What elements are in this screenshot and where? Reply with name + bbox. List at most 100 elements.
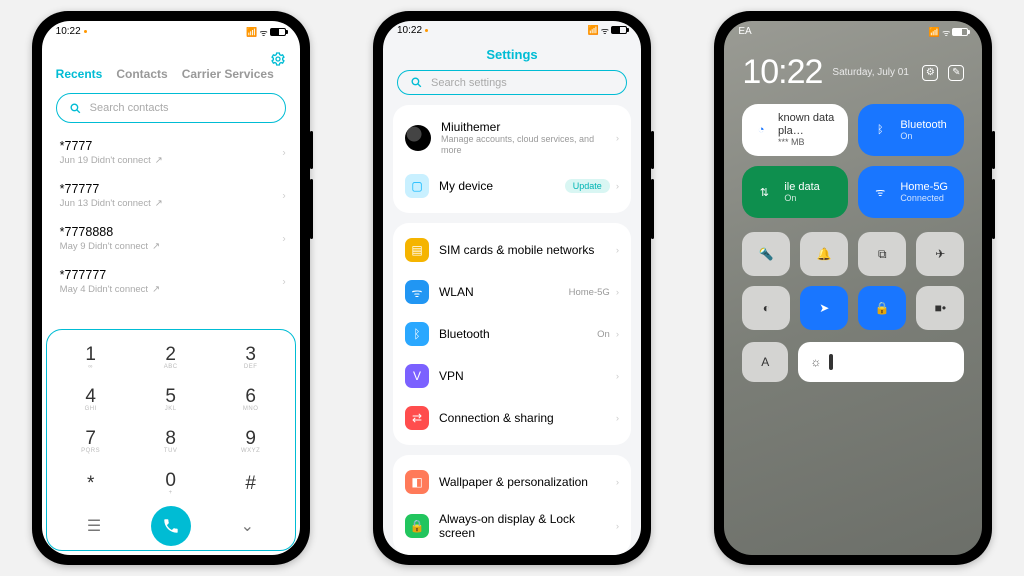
key-3[interactable]: 3DEF [221,336,281,378]
menu-icon[interactable]: ☰ [64,516,124,536]
key-2[interactable]: 2ABC [141,336,201,378]
call-meta: Jun 13 Didn't connect [60,198,151,209]
phone-control-center: EA 📶ᯤ 10:22 Saturday, July 01 ⚙ ✎ ◔ know… [714,11,992,565]
key-4[interactable]: 4GHI [61,378,121,420]
outgoing-icon: ↗ [152,284,160,295]
key-star[interactable]: * [61,462,121,504]
cc-tiles: ◔ known data pla… *** MB ᛒ Bluetooth On … [724,96,982,222]
search-placeholder: Search settings [431,77,507,89]
screen-record-toggle[interactable]: ■• [916,286,964,330]
outgoing-icon: ↗ [155,198,163,209]
cc-time: 10:22 [742,53,822,92]
call-number: *7777 [60,139,286,153]
update-chip[interactable]: Update [565,179,610,193]
recent-calls-list: *7777 Jun 19 Didn't connect ↗ › *77777 Ju… [42,131,300,303]
status-icons: 📶ᯤ [246,26,285,39]
status-bar: 10:22 📶ᯤ [383,21,641,39]
settings-row-wlan[interactable]: ᯤ WLAN Home-5G› [401,271,623,313]
tile-wifi[interactable]: ᯤ Home-5G Connected [858,166,964,218]
dark-mode-toggle[interactable]: ◐ [742,286,790,330]
rotation-toggle[interactable]: 🔒 [858,286,906,330]
status-icons: 📶ᯤ [588,24,627,37]
gear-icon[interactable] [270,51,286,67]
wallpaper-icon: ◧ [405,470,429,494]
location-toggle[interactable]: ➤ [800,286,848,330]
data-arrows-icon: ⇅ [754,182,774,202]
tile-title: known data pla… [778,112,836,137]
brightness-slider[interactable]: ☼ [798,342,964,382]
tab-carrier[interactable]: Carrier Services [182,67,274,81]
collapse-dialpad-icon[interactable]: ⌄ [217,516,277,536]
chevron-right-icon: › [282,190,285,201]
key-8[interactable]: 8TUV [141,420,201,462]
mute-toggle[interactable]: 🔔 [800,232,848,276]
dialer-tabs: Recents Contacts Carrier Services [42,67,300,81]
chevron-right-icon: › [282,276,285,287]
call-number: *7778888 [60,225,286,239]
wifi-icon: ᯤ [405,280,429,304]
chevron-right-icon: › [616,477,619,488]
settings-row-sim[interactable]: ▤ SIM cards & mobile networks › [401,229,623,271]
key-0[interactable]: 0+ [141,462,201,504]
key-7[interactable]: 7PQRS [61,420,121,462]
chevron-right-icon: › [616,521,619,532]
chevron-right-icon: › [282,233,285,244]
account-name: Miuithemer [441,120,601,134]
tile-data-usage[interactable]: ◔ known data pla… *** MB [742,104,848,156]
chevron-right-icon: › [616,245,619,256]
flashlight-toggle[interactable]: 🔦 [742,232,790,276]
airplane-toggle[interactable]: ✈ [916,232,964,276]
tile-bluetooth[interactable]: ᛒ Bluetooth On [858,104,964,156]
key-6[interactable]: 6MNO [221,378,281,420]
phone-settings: 10:22 📶ᯤ Settings Search settings Miuith… [373,11,651,565]
quick-toggles: 🔦 🔔 ⧉ ✈ ◐ ➤ 🔒 ■• [724,222,982,334]
call-meta: Jun 19 Didn't connect [60,155,151,166]
key-9[interactable]: 9WXYZ [221,420,281,462]
settings-row-wallpaper[interactable]: ◧ Wallpaper & personalization › [401,461,623,503]
screenshot-toggle[interactable]: ⧉ [858,232,906,276]
outgoing-icon: ↗ [155,155,163,166]
settings-row-vpn[interactable]: V VPN › [401,355,623,397]
account-sub: Manage accounts, cloud services, and mor… [441,134,601,156]
my-device-row[interactable]: ▢ My device Update › [401,165,623,207]
device-icon: ▢ [405,174,429,198]
call-row[interactable]: *7778888 May 9 Didn't connect↗ › [60,217,286,260]
personalization-section: ◧ Wallpaper & personalization › 🔒 Always… [393,455,631,555]
phone-icon [162,517,180,535]
chevron-right-icon: › [616,413,619,424]
search-settings-input[interactable]: Search settings [397,70,627,95]
status-time: 10:22 [56,26,81,37]
key-1[interactable]: 1∞ [61,336,121,378]
settings-row-aod[interactable]: 🔒 Always-on display & Lock screen › [401,503,623,549]
account-row[interactable]: Miuithemer Manage accounts, cloud servic… [401,111,623,165]
call-meta: May 9 Didn't connect [60,241,148,252]
slider-knob[interactable] [829,354,833,370]
key-hash[interactable]: # [221,462,281,504]
tile-title: Bluetooth [900,119,946,132]
settings-shortcut-icon[interactable]: ⚙ [922,65,938,81]
search-contacts-input[interactable]: Search contacts [56,93,286,123]
key-5[interactable]: 5JKL [141,378,201,420]
tile-mobile-data[interactable]: ⇅ ile data On [742,166,848,218]
call-button[interactable] [151,506,191,546]
bluetooth-icon: ᛒ [405,322,429,346]
edit-shortcut-icon[interactable]: ✎ [948,65,964,81]
chevron-right-icon: › [616,287,619,298]
font-toggle[interactable]: A [742,342,788,382]
call-number: *77777 [60,182,286,196]
sharing-icon: ⇄ [405,406,429,430]
tab-contacts[interactable]: Contacts [116,67,167,81]
call-row[interactable]: *77777 Jun 13 Didn't connect ↗ › [60,174,286,217]
status-bar: 10:22 📶ᯤ [42,21,300,43]
tile-sub: On [900,131,946,141]
tab-recents[interactable]: Recents [56,67,103,81]
tile-sub: Connected [900,193,948,203]
call-row[interactable]: *777777 May 4 Didn't connect↗ › [60,260,286,303]
vpn-icon: V [405,364,429,388]
settings-row-connection[interactable]: ⇄ Connection & sharing › [401,397,623,439]
call-row[interactable]: *7777 Jun 19 Didn't connect↗ › [60,131,286,174]
settings-row-bluetooth[interactable]: ᛒ Bluetooth On› [401,313,623,355]
dialpad: 1∞ 2ABC 3DEF 4GHI 5JKL 6MNO 7PQRS 8TUV 9… [46,329,296,551]
chevron-right-icon: › [616,181,619,192]
call-meta: May 4 Didn't connect [60,284,148,295]
